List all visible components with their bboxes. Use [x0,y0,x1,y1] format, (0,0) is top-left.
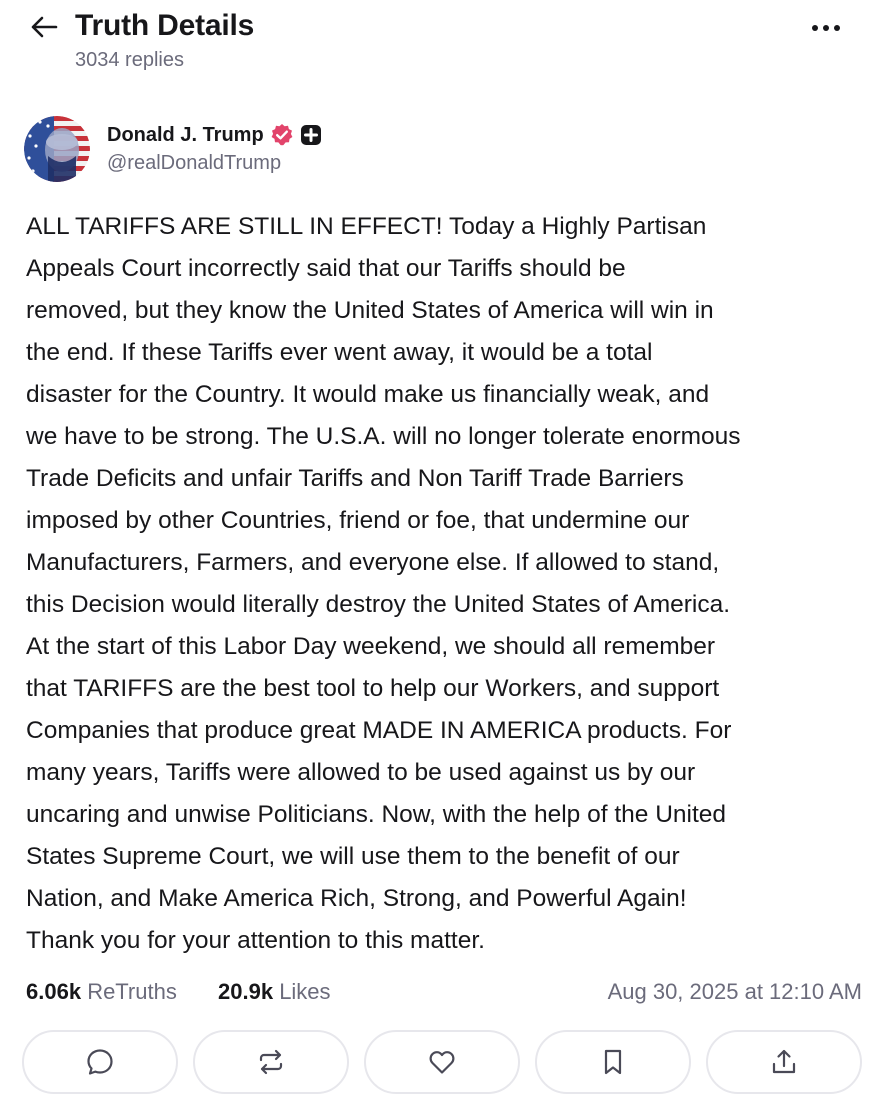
avatar[interactable] [24,116,90,182]
retruth-icon [256,1047,286,1077]
post-text-line: At the start of this Labor Day weekend, … [26,633,716,660]
like-button[interactable] [364,1030,520,1094]
post-text-line: Thank you for your attention to this mat… [26,927,485,954]
post-author: Donald J. Trump @realDonaldTrump [24,116,864,184]
retruths-stat[interactable]: 6.06k ReTruths [26,974,177,1010]
post-body: ALL TARIFFS ARE STILL IN EFFECT! Today a… [26,206,871,962]
retruths-label: ReTruths [87,979,177,1004]
post-text-line: that TARIFFS are the best tool to help o… [26,675,720,702]
post-text-line: Nation, and Make America Rich, Strong, a… [26,885,687,912]
post-text-line: Companies that produce great MADE IN AME… [26,717,732,744]
post-text-line: ALL TARIFFS ARE STILL IN EFFECT! Today a… [26,213,707,240]
post-text-line: this Decision would literally destroy th… [26,591,731,618]
post-text-line: Manufacturers, Farmers, and everyone els… [26,549,720,576]
likes-stat[interactable]: 20.9k Likes [218,974,331,1010]
retruth-button[interactable] [193,1030,349,1094]
more-horizontal-icon [811,24,841,32]
heart-icon [427,1047,457,1077]
reply-count: 3034 replies [75,49,184,71]
post-text-line: removed, but they know the United States… [26,297,714,324]
post-text-line: we have to be strong. The U.S.A. will no… [26,423,741,450]
post-text-line: Appeals Court incorrectly said that our … [26,255,626,282]
truth-plus-badge-icon [300,124,322,146]
post-text-line: disaster for the Country. It would make … [26,381,710,408]
back-button[interactable] [24,8,64,46]
post-text-line: many years, Tariffs were allowed to be u… [26,759,696,786]
page-title: Truth Details [75,9,255,42]
bookmark-icon [598,1047,628,1077]
bookmark-button[interactable] [535,1030,691,1094]
share-icon [769,1047,799,1077]
verified-badge-icon [270,123,294,147]
user-handle[interactable]: @realDonaldTrump [107,152,281,175]
post-timestamp: Aug 30, 2025 at 12:10 AM [607,979,862,1004]
display-name-row: Donald J. Trump [107,120,322,150]
post-text-line: uncaring and unwise Politicians. Now, wi… [26,801,727,828]
page-header: Truth Details 3034 replies [0,0,886,90]
reply-icon [85,1047,115,1077]
post-text-line: imposed by other Countries, friend or fo… [26,507,690,534]
post-text-line: States Supreme Court, we will use them t… [26,843,680,870]
post-text-line: the end. If these Tariffs ever went away… [26,339,653,366]
display-name[interactable]: Donald J. Trump [107,124,264,147]
post-stats: 6.06k ReTruths 20.9k Likes Aug 30, 2025 … [26,974,862,1010]
post-text-line: Trade Deficits and unfair Tariffs and No… [26,465,684,492]
reply-button[interactable] [22,1030,178,1094]
post-actions [22,1030,866,1098]
arrow-left-icon [30,15,58,39]
likes-count: 20.9k [218,979,274,1004]
more-options-button[interactable] [800,10,852,46]
share-button[interactable] [706,1030,862,1094]
likes-label: Likes [279,979,331,1004]
retruths-count: 6.06k [26,979,82,1004]
